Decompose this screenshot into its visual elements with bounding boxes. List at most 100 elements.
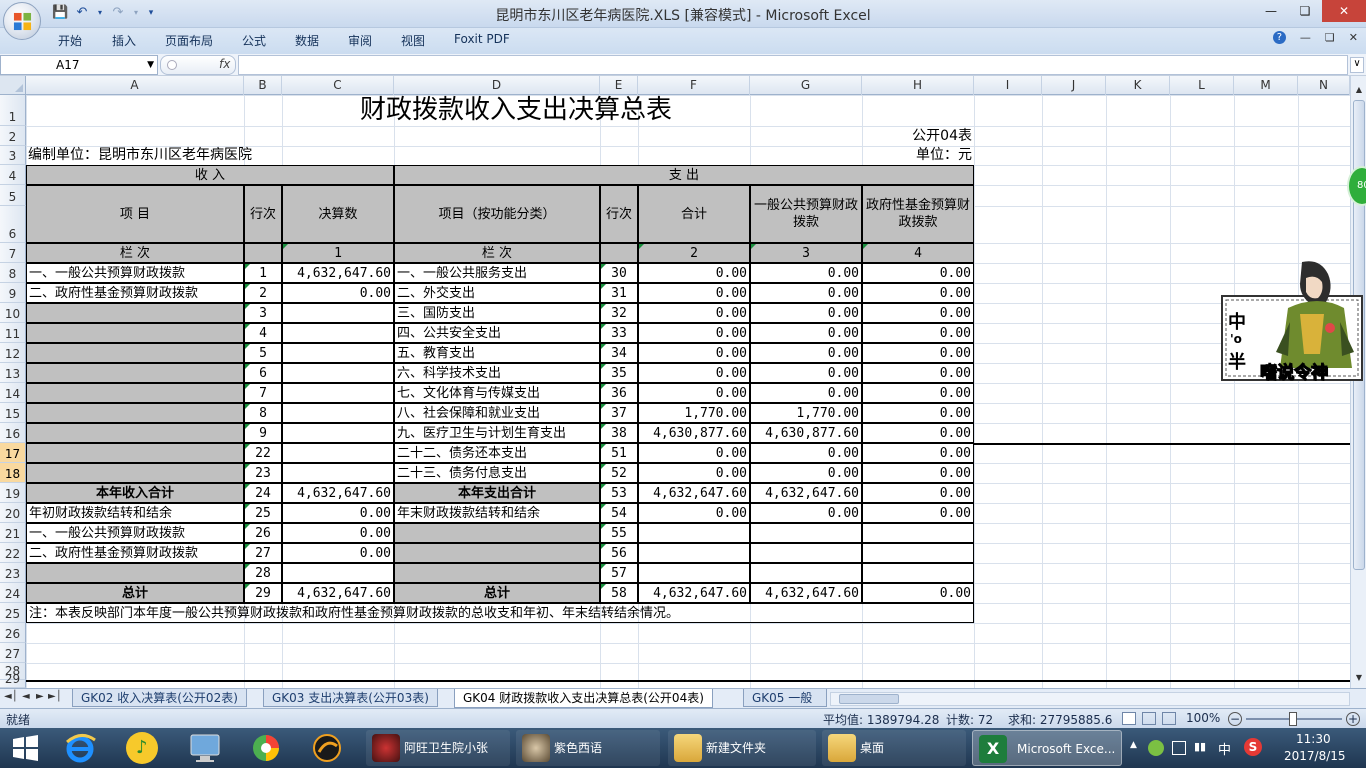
income-item-cell[interactable] (26, 403, 244, 423)
expense-general-cell[interactable]: 0.00 (750, 503, 862, 523)
income-amount-cell[interactable] (282, 363, 394, 383)
income-amount-cell[interactable]: 0.00 (282, 503, 394, 523)
expense-item-cell[interactable]: 五、教育支出 (394, 343, 600, 363)
expense-general-cell[interactable] (750, 543, 862, 563)
income-amount-cell[interactable] (282, 383, 394, 403)
ime-indicator[interactable]: 中 (1218, 739, 1231, 758)
income-amount-cell[interactable] (282, 443, 394, 463)
minimize-button[interactable]: — (1254, 0, 1288, 22)
tab-data[interactable]: 数据 (295, 32, 319, 49)
column-index-1[interactable]: 1 (282, 243, 394, 263)
header-amount[interactable]: 决算数 (282, 185, 394, 243)
sheet-tab-gk02[interactable]: GK02 收入决算表(公开02表) (72, 689, 247, 707)
column-header[interactable]: D (394, 76, 600, 95)
expense-fund-cell[interactable] (862, 563, 974, 583)
header-expense[interactable]: 支 出 (394, 165, 974, 185)
expense-total-cell[interactable] (638, 543, 750, 563)
row-header[interactable]: 10 (0, 303, 26, 323)
column-index-label-2[interactable]: 栏 次 (394, 243, 600, 263)
scroll-up-icon[interactable]: ▲ (1353, 84, 1365, 96)
next-sheet-icon[interactable]: ► (36, 691, 44, 702)
column-header[interactable]: E (600, 76, 638, 95)
column-index-blank[interactable] (244, 243, 282, 263)
expense-general-cell[interactable]: 1,770.00 (750, 403, 862, 423)
expense-item-cell[interactable] (394, 563, 600, 583)
row-header[interactable]: 16 (0, 423, 26, 443)
row-header[interactable]: 2 (0, 126, 26, 146)
prev-sheet-icon[interactable]: ◄ (22, 691, 30, 702)
name-box-dropdown-icon[interactable]: ▼ (147, 56, 154, 74)
tab-review[interactable]: 审阅 (348, 32, 372, 49)
organization-label[interactable]: 编制单位：昆明市东川区老年病医院 (26, 146, 600, 165)
form-number[interactable]: 公开04表 (862, 126, 974, 146)
income-item-cell[interactable] (26, 443, 244, 463)
taskbar-item-desktop[interactable]: 桌面 (822, 730, 966, 766)
zoom-in-icon[interactable]: + (1346, 712, 1360, 726)
expense-fund-cell[interactable]: 0.00 (862, 423, 974, 443)
ribbon-minimize-icon[interactable]: — (1300, 31, 1311, 44)
close-button[interactable]: ✕ (1322, 0, 1366, 22)
income-item-cell[interactable] (26, 563, 244, 583)
row-header[interactable]: 26 (0, 623, 26, 643)
row-header[interactable]: 9 (0, 283, 26, 303)
sheet-tab-gk04[interactable]: GK04 财政拨款收入支出决算总表(公开04表) (454, 689, 713, 708)
restore-button[interactable]: ❏ (1288, 0, 1322, 22)
row-header[interactable]: 17 (0, 443, 26, 463)
expense-fund-cell[interactable]: 0.00 (862, 403, 974, 423)
income-item-cell[interactable] (26, 383, 244, 403)
sheet-tab-gk03[interactable]: GK03 支出决算表(公开03表) (263, 689, 438, 707)
expense-fund-cell[interactable]: 0.00 (862, 303, 974, 323)
expense-total-cell[interactable]: 0.00 (638, 363, 750, 383)
ribbon-close-icon[interactable]: ✕ (1349, 31, 1358, 44)
income-amount-cell[interactable] (282, 403, 394, 423)
income-amount-cell[interactable]: 4,632,647.60 (282, 263, 394, 283)
expense-total-cell[interactable]: 0.00 (638, 443, 750, 463)
income-amount-cell[interactable]: 0.00 (282, 543, 394, 563)
row-header[interactable]: 13 (0, 363, 26, 383)
column-header[interactable]: G (750, 76, 862, 95)
expense-fund-cell[interactable]: 0.00 (862, 263, 974, 283)
row-header[interactable]: 6 (0, 206, 26, 243)
income-amount-cell[interactable] (282, 563, 394, 583)
expense-item-cell[interactable]: 九、医疗卫生与计划生育支出 (394, 423, 600, 443)
income-item-cell[interactable] (26, 463, 244, 483)
formula-cancel-icon[interactable] (167, 60, 177, 70)
column-header[interactable]: F (638, 76, 750, 95)
income-amount-cell[interactable]: 4,632,647.60 (282, 483, 394, 503)
expense-total-cell[interactable]: 4,632,647.60 (638, 483, 750, 503)
expense-total-cell[interactable]: 4,630,877.60 (638, 423, 750, 443)
row-header[interactable]: 20 (0, 503, 26, 523)
sogou-icon[interactable]: S (1244, 738, 1262, 756)
expense-general-cell[interactable]: 0.00 (750, 323, 862, 343)
zoom-slider-thumb[interactable] (1289, 712, 1297, 726)
row-header[interactable]: 21 (0, 523, 26, 543)
tray-app-icon[interactable] (1148, 740, 1164, 756)
expense-item-cell[interactable]: 总计 (394, 583, 600, 603)
worksheet-grid[interactable]: ABCDEFGHIJKLMN 1 2 3 4 5 6 7 8 9 10 11 12 13 14 15 16 17… (0, 76, 1366, 688)
income-amount-cell[interactable] (282, 343, 394, 363)
expense-total-cell[interactable]: 0.00 (638, 283, 750, 303)
row-header[interactable]: 24 (0, 583, 26, 603)
expense-item-cell[interactable]: 八、社会保障和就业支出 (394, 403, 600, 423)
first-sheet-icon[interactable]: ◄│ (4, 691, 18, 702)
taskbar-item-excel[interactable]: X Microsoft Exce... (972, 730, 1122, 766)
tab-formulas[interactable]: 公式 (242, 32, 266, 49)
tab-page-layout[interactable]: 页面布局 (165, 32, 213, 49)
row-header[interactable]: 7 (0, 243, 26, 263)
expense-item-cell[interactable]: 四、公共安全支出 (394, 323, 600, 343)
header-income[interactable]: 收 入 (26, 165, 394, 185)
row-header[interactable]: 5 (0, 185, 26, 206)
income-item-cell[interactable]: 一、一般公共预算财政拨款 (26, 263, 244, 283)
ie-icon[interactable] (64, 732, 96, 764)
income-amount-cell[interactable]: 0.00 (282, 523, 394, 543)
normal-view-icon[interactable] (1122, 712, 1136, 725)
expense-item-cell[interactable]: 六、科学技术支出 (394, 363, 600, 383)
expense-general-cell[interactable]: 4,630,877.60 (750, 423, 862, 443)
tab-insert[interactable]: 插入 (112, 32, 136, 49)
ribbon-restore-icon[interactable]: ❏ (1325, 31, 1335, 44)
expense-fund-cell[interactable]: 0.00 (862, 463, 974, 483)
expense-item-cell[interactable] (394, 543, 600, 563)
last-sheet-icon[interactable]: ►│ (48, 691, 62, 702)
horizontal-scroll-thumb[interactable] (839, 694, 899, 704)
column-header[interactable]: M (1234, 76, 1298, 95)
